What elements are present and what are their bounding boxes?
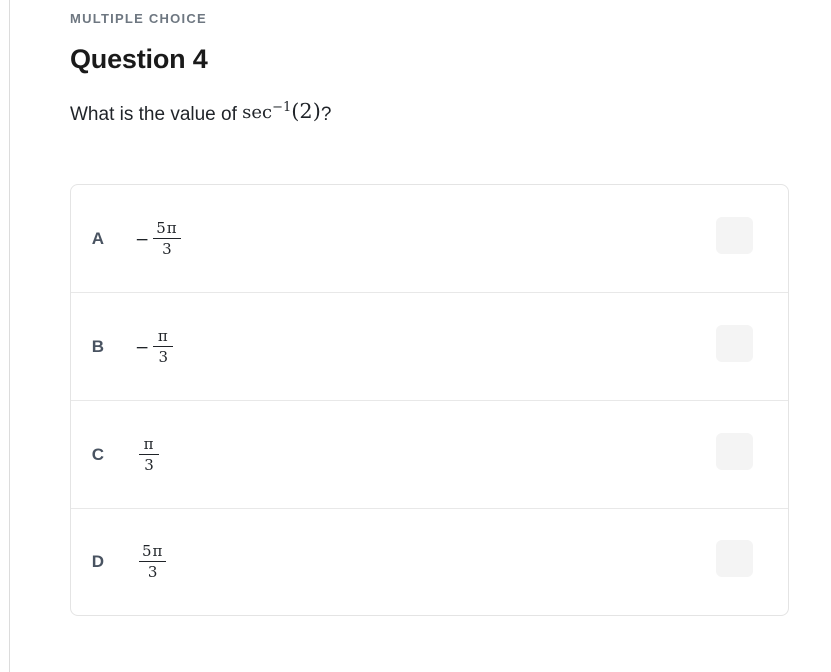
minus-sign-a: −: [135, 229, 150, 250]
fraction-numerator-c: π: [143, 434, 155, 453]
answer-letter-b: B: [91, 336, 105, 356]
answer-options-card: A − 5π 3 B − π 3 C π 3 D 5π 3: [70, 184, 789, 616]
answer-option-d[interactable]: D 5π 3: [71, 509, 788, 615]
fraction-d: 5π 3: [139, 542, 167, 581]
page-left-rule: [9, 0, 10, 672]
fraction-denominator-a: 3: [162, 239, 172, 258]
math-expression: sec−1(2): [242, 99, 321, 123]
question-type-label: MULTIPLE CHOICE: [70, 11, 207, 26]
math-exponent: −1: [272, 100, 292, 115]
fraction-numerator-b: π: [157, 326, 169, 345]
answer-selector-c[interactable]: [716, 432, 753, 470]
answer-option-c[interactable]: C π 3: [71, 401, 788, 509]
question-prompt: What is the value of sec−1(2)?: [70, 76, 791, 128]
answer-value-a: − 5π 3: [125, 218, 716, 258]
math-function-name: sec: [242, 102, 273, 123]
page-title: Question 4: [70, 44, 208, 74]
fraction-denominator-c: 3: [144, 455, 154, 474]
answer-letter-a: A: [91, 228, 105, 248]
answer-option-a[interactable]: A − 5π 3: [71, 185, 788, 293]
answer-value-b: − π 3: [125, 326, 716, 366]
math-close-paren: ): [312, 99, 321, 123]
answer-letter-c: C: [91, 444, 105, 464]
question-prompt-text: What is the value of: [70, 104, 243, 125]
answer-value-d: 5π 3: [125, 544, 716, 580]
fraction-denominator-d: 3: [147, 563, 158, 581]
answer-selector-d[interactable]: [716, 540, 753, 577]
answer-option-b[interactable]: B − π 3: [71, 293, 788, 401]
answer-selector-a[interactable]: [716, 216, 753, 254]
fraction-numerator-d: 5π: [142, 542, 164, 560]
answer-letter-d: D: [91, 552, 105, 571]
fraction-a: 5π 3: [153, 218, 181, 258]
answer-selector-b[interactable]: [716, 324, 753, 362]
fraction-c: π 3: [139, 434, 159, 474]
minus-sign-b: −: [135, 337, 150, 358]
fraction-numerator-a: 5π: [156, 218, 178, 237]
math-argument: 2: [299, 99, 313, 123]
fraction-denominator-b: 3: [158, 347, 169, 366]
answer-value-c: π 3: [125, 434, 716, 474]
question-content: MULTIPLE CHOICE Question 4 What is the v…: [70, 0, 791, 128]
fraction-b: π 3: [153, 326, 174, 366]
question-prompt-suffix: ?: [320, 104, 332, 125]
